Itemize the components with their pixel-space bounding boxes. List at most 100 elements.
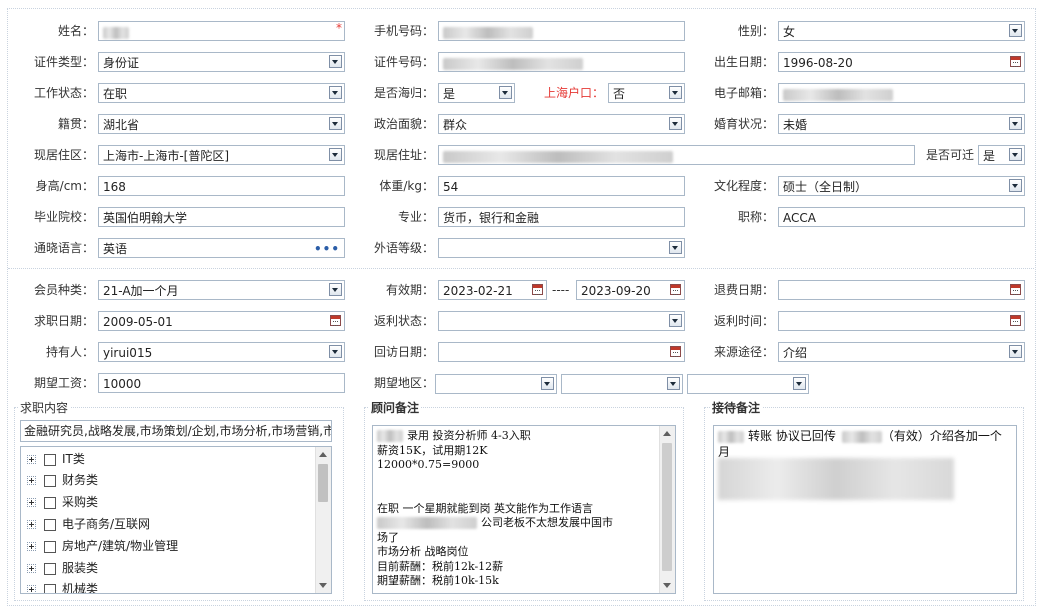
chevron-down-icon[interactable]	[669, 241, 682, 254]
calendar-icon[interactable]	[532, 284, 543, 295]
title-input[interactable]: ACCA	[778, 207, 1025, 227]
major-input[interactable]: 货币，银行和金融	[438, 207, 685, 227]
email-input[interactable]	[778, 83, 1025, 103]
gender-select[interactable]: 女	[778, 21, 1025, 41]
overseas-select[interactable]: 是	[438, 83, 515, 103]
valid-to-input[interactable]: 2023-09-20	[576, 280, 685, 300]
tree-item[interactable]: 财务类	[27, 470, 98, 490]
source-select[interactable]: 介绍	[778, 342, 1025, 362]
district-select[interactable]: 上海市-上海市-[普陀区]	[98, 145, 345, 165]
chevron-down-icon[interactable]	[1009, 179, 1022, 192]
region-district-select[interactable]	[687, 374, 809, 394]
checkbox[interactable]	[44, 474, 56, 487]
chevron-down-icon[interactable]	[1009, 117, 1022, 130]
checkbox[interactable]	[44, 562, 56, 575]
mobile-input[interactable]	[438, 21, 685, 41]
job-date-input[interactable]: 2009-05-01	[98, 311, 345, 331]
checkbox[interactable]	[44, 540, 56, 553]
chevron-down-icon[interactable]	[329, 86, 342, 99]
valid-from-input[interactable]: 2023-02-21	[438, 280, 547, 300]
checkbox[interactable]	[44, 583, 56, 593]
consultant-note-textarea[interactable]: 录用 投资分析师 4-3入职 薪资15K，试用期12K 12000*0.75=9…	[372, 425, 676, 594]
chevron-down-icon[interactable]	[541, 377, 554, 390]
scroll-up-icon[interactable]	[319, 452, 327, 457]
region-province-select[interactable]	[435, 374, 557, 394]
calendar-icon[interactable]	[1010, 284, 1021, 295]
calendar-icon[interactable]	[1010, 56, 1021, 67]
expand-icon[interactable]	[27, 585, 36, 593]
tree-item[interactable]: 机械类	[27, 579, 98, 593]
salary-input[interactable]: 10000	[98, 373, 345, 393]
marital-select[interactable]: 未婚	[778, 114, 1025, 134]
member-type-select[interactable]: 21-A加一个月	[98, 280, 345, 300]
chevron-down-icon[interactable]	[669, 117, 682, 130]
weight-input[interactable]: 54	[438, 176, 685, 196]
chevron-down-icon[interactable]	[793, 377, 806, 390]
chevron-down-icon[interactable]	[667, 377, 680, 390]
scroll-thumb[interactable]	[318, 464, 328, 502]
reception-note-textarea[interactable]: 转账 协议已回传 （有效）介绍各加一个月	[713, 425, 1017, 594]
calendar-icon[interactable]	[670, 284, 681, 295]
tree-item[interactable]: 房地产/建筑/物业管理	[27, 536, 178, 556]
chevron-down-icon[interactable]	[1009, 148, 1022, 161]
calendar-icon[interactable]	[1010, 315, 1021, 326]
native-select[interactable]: 湖北省	[98, 114, 345, 134]
scroll-down-icon[interactable]	[663, 583, 671, 588]
relocate-select[interactable]: 是	[978, 145, 1025, 165]
work-status-select[interactable]: 在职	[98, 83, 345, 103]
checkbox[interactable]	[44, 518, 56, 531]
tree-item[interactable]: 电子商务/互联网	[27, 514, 150, 534]
scroll-up-icon[interactable]	[663, 431, 671, 436]
source-value: 介绍	[783, 346, 808, 360]
checkbox[interactable]	[44, 453, 56, 466]
region-city-select[interactable]	[561, 374, 683, 394]
visit-date-input[interactable]	[438, 342, 685, 362]
calendar-icon[interactable]	[670, 346, 681, 357]
chevron-down-icon[interactable]	[1009, 345, 1022, 358]
expand-icon[interactable]	[27, 520, 36, 529]
education-select[interactable]: 硕士（全日制）	[778, 176, 1025, 196]
chevron-down-icon[interactable]	[669, 314, 682, 327]
language-input[interactable]: 英语 •••	[98, 238, 345, 258]
foreign-level-select[interactable]	[438, 238, 685, 258]
tree-item[interactable]: 服装类	[27, 558, 98, 578]
rebate-time-input[interactable]	[778, 311, 1025, 331]
height-input[interactable]: 168	[98, 176, 345, 196]
birth-date-input[interactable]: 1996-08-20	[778, 52, 1025, 72]
rebate-status-select[interactable]	[438, 311, 685, 331]
job-category-tree[interactable]: IT类 财务类 采购类 电子商务/互联网 房地产/建筑/物业管理 服装类 机械类	[20, 446, 332, 594]
expand-icon[interactable]	[27, 564, 36, 573]
calendar-icon[interactable]	[330, 315, 341, 326]
id-type-select[interactable]: 身份证	[98, 52, 345, 72]
expand-icon[interactable]	[27, 455, 36, 464]
hukou-select[interactable]: 否	[608, 83, 685, 103]
chevron-down-icon[interactable]	[329, 345, 342, 358]
expand-icon[interactable]	[27, 476, 36, 485]
expand-icon[interactable]	[27, 542, 36, 551]
consultant-note-scrollbar[interactable]	[659, 426, 675, 593]
expand-icon[interactable]	[27, 498, 36, 507]
checkbox[interactable]	[44, 496, 56, 509]
job-intent-summary[interactable]: 金融研究员,战略发展,市场策划/企划,市场分析,市场营销,市	[20, 420, 332, 442]
chevron-down-icon[interactable]	[669, 86, 682, 99]
chevron-down-icon[interactable]	[499, 86, 512, 99]
school-input[interactable]: 英国伯明翰大学	[98, 207, 345, 227]
tree-scrollbar[interactable]	[315, 447, 331, 593]
chevron-down-icon[interactable]	[329, 55, 342, 68]
scroll-down-icon[interactable]	[319, 583, 327, 588]
tree-item[interactable]: IT类	[27, 449, 85, 469]
chevron-down-icon[interactable]	[1009, 24, 1022, 37]
name-input[interactable]: *	[98, 21, 345, 41]
more-icon[interactable]: •••	[314, 239, 340, 257]
scroll-thumb[interactable]	[662, 443, 672, 571]
overseas-value: 是	[443, 87, 456, 101]
political-select[interactable]: 群众	[438, 114, 685, 134]
id-no-input[interactable]	[438, 52, 685, 72]
holder-select[interactable]: yirui015	[98, 342, 345, 362]
chevron-down-icon[interactable]	[329, 283, 342, 296]
tree-item[interactable]: 采购类	[27, 492, 98, 512]
chevron-down-icon[interactable]	[329, 117, 342, 130]
refund-date-input[interactable]	[778, 280, 1025, 300]
address-input[interactable]	[438, 145, 915, 165]
chevron-down-icon[interactable]	[329, 148, 342, 161]
